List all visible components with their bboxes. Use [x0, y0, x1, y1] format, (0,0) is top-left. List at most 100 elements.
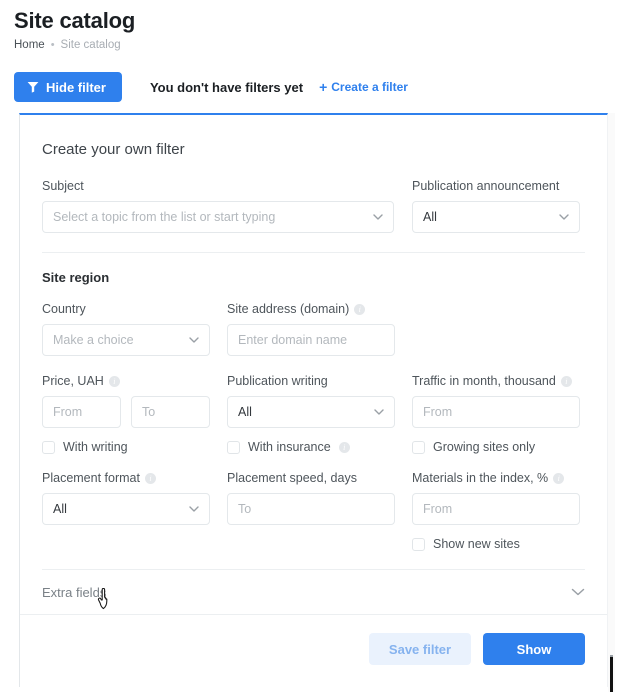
traffic-label-text: Traffic in month, thousand [412, 374, 556, 388]
filter-card-body: Create your own filter Subject Select a … [20, 115, 607, 614]
materials-index-placeholder: From [423, 502, 453, 516]
row-price-writing-traffic: Price, UAH i From To With writing Public… [42, 373, 585, 454]
filter-toolbar: Hide filter You don't have filters yet +… [14, 72, 628, 102]
filter-card: Create your own filter Subject Select a … [19, 113, 608, 687]
right-gutter [608, 113, 615, 692]
row-subject: Subject Select a topic from the list or … [42, 178, 585, 233]
price-to-input[interactable]: To [131, 396, 210, 428]
placement-format-label: Placement format i [42, 470, 210, 486]
placement-format-select[interactable]: All [42, 493, 210, 525]
publication-writing-value: All [238, 405, 252, 419]
site-address-input[interactable]: Enter domain name [227, 324, 395, 356]
subject-select[interactable]: Select a topic from the list or start ty… [42, 201, 394, 233]
chevron-down-icon [559, 214, 569, 220]
field-publication-announcement: Publication announcement All [412, 178, 580, 233]
page-header: Site catalog Home • Site catalog [0, 0, 628, 52]
field-subject: Subject Select a topic from the list or … [42, 178, 394, 233]
chevron-down-icon [571, 588, 585, 596]
create-filter-link[interactable]: + Create a filter [319, 80, 408, 94]
plus-icon: + [319, 79, 328, 95]
price-label-text: Price, UAH [42, 374, 104, 388]
traffic-label: Traffic in month, thousand i [412, 373, 580, 389]
hide-filter-button[interactable]: Hide filter [14, 72, 122, 102]
field-price: Price, UAH i From To With writing [42, 373, 210, 454]
with-insurance-checkbox-row[interactable]: With insurance i [227, 440, 395, 454]
with-writing-label: With writing [63, 440, 128, 454]
growing-sites-checkbox-row[interactable]: Growing sites only [412, 440, 580, 454]
with-insurance-label: With insurance [248, 440, 331, 454]
info-icon[interactable]: i [553, 472, 565, 484]
publication-writing-select[interactable]: All [227, 396, 395, 428]
row-placement-materials: Placement format i All Placement speed, … [42, 470, 585, 551]
site-address-label: Site address (domain) i [227, 301, 395, 317]
site-address-label-text: Site address (domain) [227, 302, 350, 316]
price-label: Price, UAH i [42, 373, 210, 389]
with-insurance-checkbox[interactable] [227, 440, 240, 454]
info-icon[interactable]: i [144, 472, 156, 484]
publication-announcement-value: All [423, 210, 437, 224]
materials-index-label: Materials in the index, % i [412, 470, 580, 486]
growing-sites-checkbox[interactable] [412, 440, 425, 454]
field-placement-speed: Placement speed, days To [227, 470, 395, 551]
breadcrumb-item-home[interactable]: Home [14, 38, 45, 52]
growing-sites-label: Growing sites only [433, 440, 536, 454]
info-icon[interactable]: i [338, 441, 350, 453]
price-to-placeholder: To [142, 405, 156, 419]
show-new-sites-checkbox-row[interactable]: Show new sites [412, 537, 580, 551]
price-from-placeholder: From [53, 405, 83, 419]
info-icon[interactable]: i [354, 303, 366, 315]
breadcrumb: Home • Site catalog [14, 38, 628, 52]
materials-index-label-text: Materials in the index, % [412, 471, 549, 485]
field-site-address: Site address (domain) i Enter domain nam… [227, 301, 395, 356]
publication-announcement-select[interactable]: All [412, 201, 580, 233]
subject-label: Subject [42, 179, 84, 193]
placement-speed-placeholder: To [238, 502, 252, 516]
extra-fields-label: Extra fields [42, 584, 107, 600]
breadcrumb-item-current: Site catalog [60, 39, 121, 51]
field-country: Country Make a choice [42, 301, 210, 356]
filter-card-heading: Create your own filter [42, 141, 185, 158]
chevron-down-icon [374, 409, 384, 415]
publication-announcement-label: Publication announcement [412, 179, 560, 193]
divider-site-region [42, 252, 585, 253]
chevron-down-icon [373, 214, 383, 220]
placement-format-label-text: Placement format [42, 471, 140, 485]
page-title: Site catalog [14, 8, 136, 33]
price-range-inputs: From To [42, 396, 210, 428]
placement-speed-input[interactable]: To [227, 493, 395, 525]
breadcrumb-separator: • [50, 38, 55, 51]
filter-card-actions: Save filter Show [20, 615, 607, 687]
info-icon[interactable]: i [108, 375, 120, 387]
materials-index-input[interactable]: From [412, 493, 580, 525]
extra-fields-toggle[interactable]: Extra fields [42, 570, 585, 614]
traffic-from-input[interactable]: From [412, 396, 580, 428]
country-label: Country [42, 302, 86, 316]
publication-writing-label: Publication writing [227, 374, 328, 388]
scrollbar-thumb[interactable] [610, 655, 613, 692]
site-address-placeholder: Enter domain name [238, 333, 348, 347]
field-placement-format: Placement format i All [42, 470, 210, 551]
subject-placeholder: Select a topic from the list or start ty… [53, 210, 276, 224]
placement-format-value: All [53, 502, 67, 516]
country-select[interactable]: Make a choice [42, 324, 210, 356]
with-writing-checkbox[interactable] [42, 440, 55, 454]
country-placeholder: Make a choice [53, 333, 134, 347]
with-writing-checkbox-row[interactable]: With writing [42, 440, 210, 454]
chevron-down-icon [189, 506, 199, 512]
field-publication-writing: Publication writing All With insurance i [227, 373, 395, 454]
traffic-placeholder: From [423, 405, 453, 419]
hide-filter-label: Hide filter [46, 79, 106, 95]
create-filter-label: Create a filter [331, 80, 408, 94]
price-from-input[interactable]: From [42, 396, 121, 428]
show-new-sites-label: Show new sites [433, 537, 520, 551]
row-country-domain: Country Make a choice Site address (doma… [42, 301, 585, 356]
show-button[interactable]: Show [483, 633, 585, 665]
funnel-icon [27, 81, 39, 93]
placement-speed-label: Placement speed, days [227, 471, 357, 485]
no-filters-message: You don't have filters yet [149, 79, 304, 95]
chevron-down-icon [189, 337, 199, 343]
show-new-sites-checkbox[interactable] [412, 537, 425, 551]
save-filter-button[interactable]: Save filter [369, 633, 471, 665]
field-materials-index: Materials in the index, % i From Show ne… [412, 470, 580, 551]
info-icon[interactable]: i [560, 375, 572, 387]
